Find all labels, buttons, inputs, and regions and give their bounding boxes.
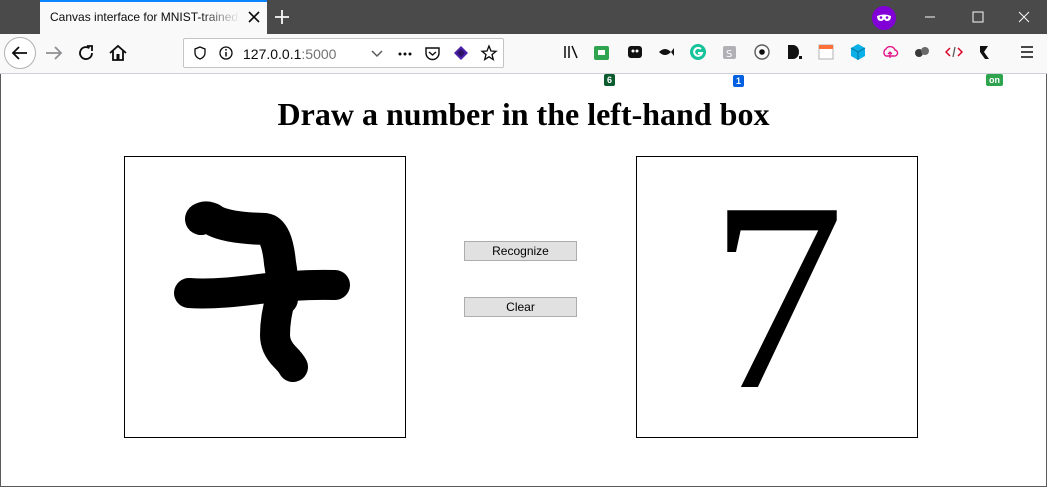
fish-extension-icon[interactable] [657, 43, 675, 61]
page-actions-more-icon[interactable] [397, 46, 413, 62]
grammarly-icon[interactable] [689, 43, 707, 61]
home-icon[interactable] [106, 41, 130, 65]
reader-extension-icon[interactable] [977, 43, 995, 61]
forward-arrow-icon[interactable] [42, 41, 66, 65]
private-browsing-mask-icon [872, 6, 896, 30]
recognized-digit: 7 [709, 147, 845, 446]
eye-chat-extension-icon[interactable] [753, 43, 771, 61]
tab-title-fade [200, 2, 240, 32]
chevron-down-icon[interactable] [370, 47, 384, 61]
notes-extension-icon[interactable] [817, 43, 835, 61]
page-heading: Draw a number in the left-hand box [277, 96, 770, 132]
new-tab-plus-icon[interactable] [272, 7, 292, 27]
address-bar[interactable]: 127.0.0.1:5000 [183, 38, 504, 68]
cloud-upload-extension-icon[interactable] [881, 43, 899, 61]
url-text[interactable]: 127.0.0.1:5000 [243, 46, 336, 62]
reload-icon[interactable] [74, 41, 98, 65]
back-button[interactable] [4, 37, 36, 69]
url-host: 127.0.0.1 [243, 46, 302, 62]
bookmark-star-icon[interactable] [480, 44, 498, 62]
info-icon[interactable] [218, 45, 234, 61]
result-canvas: 7 [636, 156, 918, 438]
close-tab-icon[interactable] [245, 8, 263, 26]
tab-strip: Canvas interface for MNIST-trained [0, 0, 1047, 34]
d-extension-icon[interactable] [785, 43, 803, 61]
minimize-window-icon[interactable] [918, 6, 942, 28]
dots-extension-icon[interactable] [913, 43, 931, 61]
ghost-extension-icon[interactable] [626, 43, 644, 61]
hamburger-menu-icon[interactable] [1018, 43, 1036, 61]
recognize-button[interactable]: Recognize [464, 241, 577, 261]
maximize-window-icon[interactable] [966, 6, 990, 28]
close-window-icon[interactable] [1012, 6, 1036, 28]
active-tab[interactable]: Canvas interface for MNIST-trained [40, 0, 267, 34]
drawing-canvas[interactable] [124, 156, 406, 438]
clear-button[interactable]: Clear [464, 297, 577, 317]
navigation-toolbar: 127.0.0.1:5000 6 S 1 on [0, 34, 1047, 87]
code-extension-icon[interactable] [945, 43, 963, 61]
layers-extension-icon[interactable] [452, 44, 470, 62]
shield-icon[interactable] [192, 45, 208, 61]
svg-text:S: S [726, 49, 732, 60]
back-arrow-icon [11, 46, 27, 60]
drawn-digit-strokes [174, 201, 350, 382]
url-port: :5000 [301, 46, 337, 62]
pocket-icon[interactable] [424, 45, 441, 62]
cube-extension-icon[interactable] [849, 43, 867, 61]
library-icon[interactable] [562, 43, 580, 61]
extension-tasks-icon[interactable] [593, 43, 611, 61]
shield-extension-icon[interactable]: S [721, 43, 739, 61]
